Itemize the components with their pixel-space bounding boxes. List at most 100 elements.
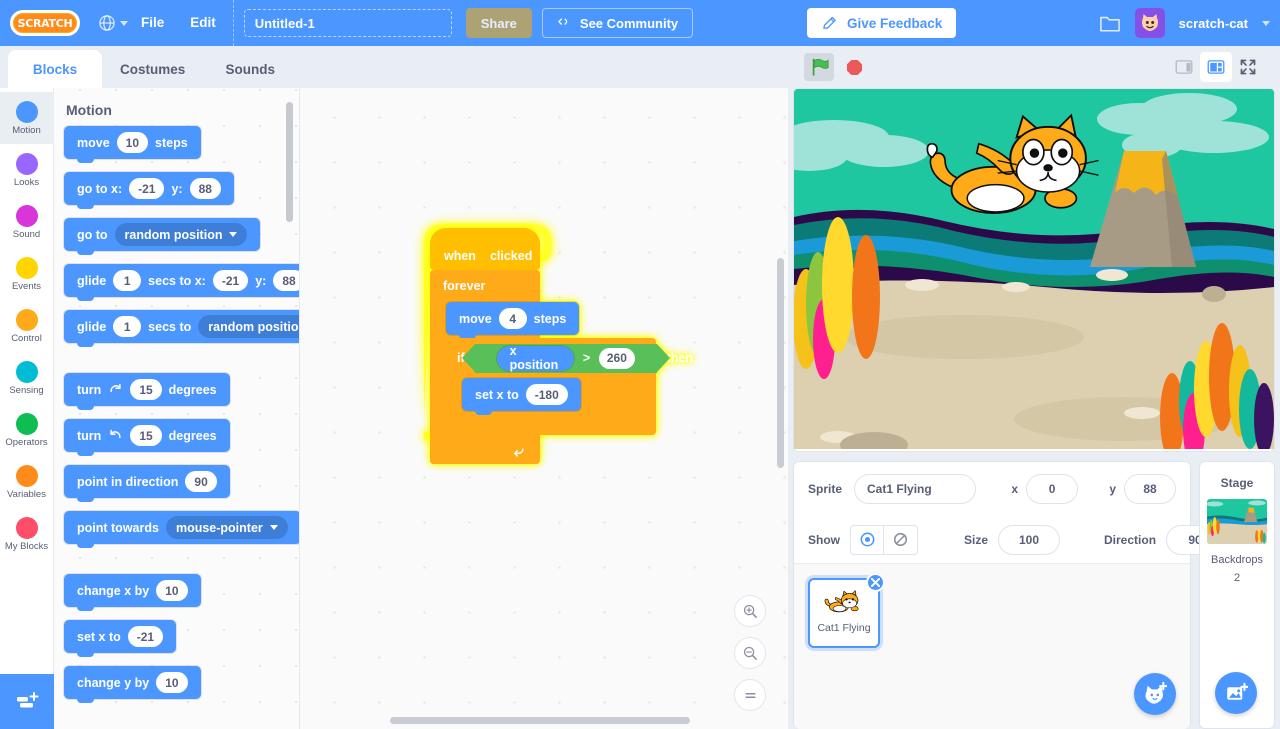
workspace-horizontal-scrollbar[interactable] <box>390 717 690 724</box>
block-input-x[interactable]: -21 <box>129 178 164 199</box>
palette-block-glide-secs-to[interactable]: glide 1 secs to random position <box>64 310 299 343</box>
palette-block-go-to-xy[interactable]: go to x: -21 y: 88 <box>64 172 299 205</box>
category-events[interactable]: Events <box>0 248 54 300</box>
tab-costumes[interactable]: Costumes <box>102 50 203 88</box>
block-move-steps[interactable]: move 4 steps <box>446 302 540 335</box>
block-greater-than[interactable]: x position > 260 <box>475 344 657 373</box>
block-x-position[interactable]: x position <box>497 346 574 371</box>
category-sound[interactable]: Sound <box>0 196 54 248</box>
menu-edit[interactable]: Edit <box>177 0 229 46</box>
block-dropdown-target[interactable]: random position <box>198 315 300 338</box>
share-button[interactable]: Share <box>466 8 532 38</box>
stage-selector[interactable]: Stage Backdrops <box>1199 461 1275 729</box>
palette-block-turn-right[interactable]: turn 15 degrees <box>64 373 299 406</box>
block-input-degrees[interactable]: 15 <box>130 379 161 400</box>
block-when-flag-clicked[interactable]: when clicked <box>430 228 540 270</box>
block-forever[interactable]: forever move 4 steps <box>430 270 540 464</box>
large-stage-button[interactable] <box>1200 52 1232 82</box>
sprite-row-secondary: Show Size Direction <box>794 516 1190 564</box>
palette-block-point-in-direction[interactable]: point in direction 90 <box>64 465 299 498</box>
size-input[interactable] <box>998 525 1060 555</box>
show-off-button[interactable] <box>884 525 918 555</box>
category-variables[interactable]: Variables <box>0 456 54 508</box>
palette-block-set-x-to[interactable]: set x to -21 <box>64 620 299 653</box>
scratch-logo[interactable]: SCRATCH <box>10 10 80 36</box>
tab-sounds[interactable]: Sounds <box>203 50 297 88</box>
block-input-dx[interactable]: 10 <box>156 580 187 601</box>
blocks-workspace[interactable]: when clicked forever <box>300 88 788 729</box>
block-input-secs[interactable]: 1 <box>113 316 141 337</box>
block-dropdown-target[interactable]: mouse-pointer <box>166 516 288 539</box>
block-if-then[interactable]: if x position > 260 then <box>446 338 656 435</box>
palette-block-glide-secs-xy[interactable]: glide 1 secs to x: -21 y: 88 <box>64 264 299 297</box>
tab-blocks[interactable]: Blocks <box>8 50 102 88</box>
language-selector[interactable] <box>98 14 128 32</box>
folder-icon[interactable] <box>1099 13 1121 33</box>
loop-arrow-icon <box>511 444 526 459</box>
block-input-secs[interactable]: 1 <box>113 270 141 291</box>
stop-button[interactable] <box>840 53 868 81</box>
small-stage-button[interactable] <box>1168 52 1200 82</box>
palette-block-move-steps[interactable]: move 10 steps <box>64 126 299 159</box>
green-flag-button[interactable] <box>804 53 834 81</box>
sprite-name-input[interactable] <box>854 474 976 504</box>
block-input-steps[interactable]: 10 <box>117 132 148 153</box>
turn-right-icon <box>108 382 123 397</box>
show-on-button[interactable] <box>850 525 884 555</box>
block-input-x[interactable]: -21 <box>213 270 248 291</box>
category-my-blocks[interactable]: My Blocks <box>0 508 54 560</box>
category-sensing[interactable]: Sensing <box>0 352 54 404</box>
palette-block-change-x-by[interactable]: change x by 10 <box>64 574 299 607</box>
fullscreen-button[interactable] <box>1232 52 1264 82</box>
motion-color-dot <box>16 101 38 123</box>
add-extension-button[interactable] <box>0 674 54 729</box>
operators-color-dot <box>16 413 38 435</box>
zoom-reset-button[interactable] <box>734 679 766 711</box>
palette-block-point-towards[interactable]: point towards mouse-pointer <box>64 511 299 544</box>
block-set-x-to[interactable]: set x to -180 <box>462 378 656 411</box>
size-label: Size <box>964 533 988 547</box>
palette-block-go-to[interactable]: go to random position <box>64 218 299 251</box>
block-input-compare[interactable]: 260 <box>599 348 634 369</box>
x-position-input[interactable] <box>1026 474 1078 504</box>
block-label: secs to x: <box>148 274 206 288</box>
block-input-degrees[interactable]: 15 <box>130 425 161 446</box>
block-input-dy[interactable]: 10 <box>156 672 187 693</box>
palette-block-list: move 10 steps go to x: -21 y: 88 go to r… <box>54 126 299 699</box>
y-position-input[interactable] <box>1124 474 1176 504</box>
delete-sprite-button[interactable] <box>866 573 885 592</box>
account-chevron-down-icon[interactable] <box>1262 21 1270 26</box>
looks-color-dot <box>16 153 38 175</box>
stage[interactable] <box>793 88 1275 452</box>
block-input-y[interactable]: 88 <box>273 270 300 291</box>
zoom-in-button[interactable] <box>734 595 766 627</box>
give-feedback-button[interactable]: Give Feedback <box>807 8 956 38</box>
small-stage-icon <box>1175 59 1193 75</box>
block-input-x[interactable]: -180 <box>526 384 568 405</box>
block-input-x[interactable]: -21 <box>128 626 163 647</box>
avatar[interactable] <box>1135 8 1165 38</box>
sand-shadow <box>844 315 1084 359</box>
category-motion[interactable]: Motion <box>0 92 54 144</box>
category-looks[interactable]: Looks <box>0 144 54 196</box>
block-dropdown-target[interactable]: random position <box>115 223 248 246</box>
script-stack[interactable]: when clicked forever <box>430 228 540 464</box>
project-title-input[interactable] <box>244 9 452 37</box>
palette-block-turn-left[interactable]: turn 15 degrees <box>64 419 299 452</box>
category-label: Variables <box>7 489 46 500</box>
block-input-y[interactable]: 88 <box>190 178 221 199</box>
sprite-tile-cat1-flying[interactable]: Cat1 Flying <box>808 578 880 648</box>
zoom-out-button[interactable] <box>734 637 766 669</box>
palette-block-change-y-by[interactable]: change y by 10 <box>64 666 299 699</box>
category-control[interactable]: Control <box>0 300 54 352</box>
block-input-steps[interactable]: 4 <box>499 308 527 329</box>
block-input-direction[interactable]: 90 <box>185 471 216 492</box>
add-sprite-button[interactable] <box>1134 673 1176 715</box>
add-backdrop-button[interactable] <box>1215 672 1257 714</box>
block-palette[interactable]: Motion move 10 steps go to x: -21 y: 88 <box>54 88 300 729</box>
block-label: go to x: <box>77 182 122 196</box>
workspace-vertical-scrollbar[interactable] <box>777 258 784 468</box>
category-operators[interactable]: Operators <box>0 404 54 456</box>
see-community-button[interactable]: See Community <box>542 8 693 38</box>
menu-file[interactable]: File <box>128 0 177 46</box>
